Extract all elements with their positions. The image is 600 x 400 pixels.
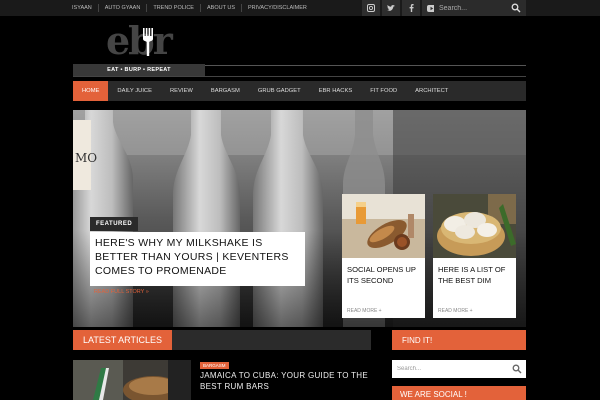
top-link-trend-police[interactable]: TREND POLICE	[147, 4, 201, 12]
nav-item-ebr-hacks[interactable]: EBR HACKS	[310, 81, 362, 101]
card-social[interactable]: SOCIAL OPENS UP ITS SECOND READ MORE +	[342, 194, 425, 318]
nav-item-daily-juice[interactable]: DAILY JUICE	[108, 81, 161, 101]
featured-hero[interactable]: MO FEATURED HERE'S WHY MY MILKSHAKE IS B…	[73, 110, 526, 327]
we-are-social-heading: WE ARE SOCIAL !	[392, 386, 526, 400]
card-thumb-dim-sum	[433, 194, 516, 258]
nav-item-review[interactable]: REVIEW	[161, 81, 202, 101]
find-it-heading: FIND IT!	[392, 330, 526, 350]
search-icon[interactable]	[511, 3, 521, 13]
top-link-about-us[interactable]: ABOUT US	[201, 4, 242, 12]
header-divider-bottom	[73, 76, 526, 77]
top-search-input[interactable]	[439, 4, 511, 12]
top-links: ISYAAN AUTO GYAAN TREND POLICE ABOUT US …	[72, 0, 313, 16]
site-tagline: EAT • BURP • REPEAT	[73, 64, 205, 76]
facebook-icon[interactable]	[402, 0, 420, 16]
svg-text:MO: MO	[75, 151, 97, 165]
nav-item-grub-gadget[interactable]: GRUB GADGET	[249, 81, 310, 101]
sidebar-search-input[interactable]	[397, 366, 507, 372]
social-icons	[362, 0, 442, 16]
article-category-badge[interactable]: BARGASM	[200, 362, 229, 369]
instagram-icon[interactable]	[362, 0, 380, 16]
nav-item-bargasm[interactable]: BARGASM	[202, 81, 249, 101]
hero-title: HERE'S WHY MY MILKSHAKE IS BETTER THAN Y…	[95, 237, 289, 277]
logo-text: ebr	[106, 18, 173, 63]
card-more-dim-sum[interactable]: READ MORE +	[438, 308, 473, 314]
fork-icon	[143, 28, 153, 56]
card-title-social: SOCIAL OPENS UP ITS SECOND	[347, 265, 416, 285]
top-link-auto-gyaan[interactable]: AUTO GYAAN	[99, 4, 148, 12]
header-divider	[205, 65, 526, 66]
nav-item-architect[interactable]: ARCHITECT	[406, 81, 457, 101]
latest-articles-heading: LATEST ARTICLES	[73, 330, 173, 350]
search-icon[interactable]	[512, 364, 522, 374]
featured-tag: FEATURED	[90, 217, 139, 231]
card-title-dim-sum: HERE IS A LIST OF THE BEST DIM	[438, 265, 506, 285]
main-nav: HOME DAILY JUICE REVIEW BARGASM GRUB GAD…	[73, 81, 526, 101]
site-logo[interactable]: ebr	[106, 18, 176, 63]
article-thumb[interactable]	[73, 360, 191, 400]
top-search	[434, 0, 526, 16]
card-thumb-social	[342, 194, 425, 258]
card-more-social[interactable]: READ MORE +	[347, 308, 382, 314]
top-link-privacy[interactable]: PRIVACY/DISCLAIMER	[242, 4, 313, 12]
article-title[interactable]: Jamaica to Cuba: Your Guide to the Best …	[200, 370, 372, 392]
top-link-isyaan[interactable]: ISYAAN	[72, 4, 99, 12]
hero-title-box[interactable]: HERE'S WHY MY MILKSHAKE IS BETTER THAN Y…	[90, 232, 305, 286]
nav-item-fit-food[interactable]: FIT FOOD	[361, 81, 406, 101]
twitter-icon[interactable]	[382, 0, 400, 16]
nav-item-home[interactable]: HOME	[73, 81, 109, 101]
read-full-story-link[interactable]: READ FULL STORY »	[94, 289, 149, 295]
card-dim-sum[interactable]: HERE IS A LIST OF THE BEST DIM READ MORE…	[433, 194, 516, 318]
sidebar-search	[392, 360, 526, 378]
